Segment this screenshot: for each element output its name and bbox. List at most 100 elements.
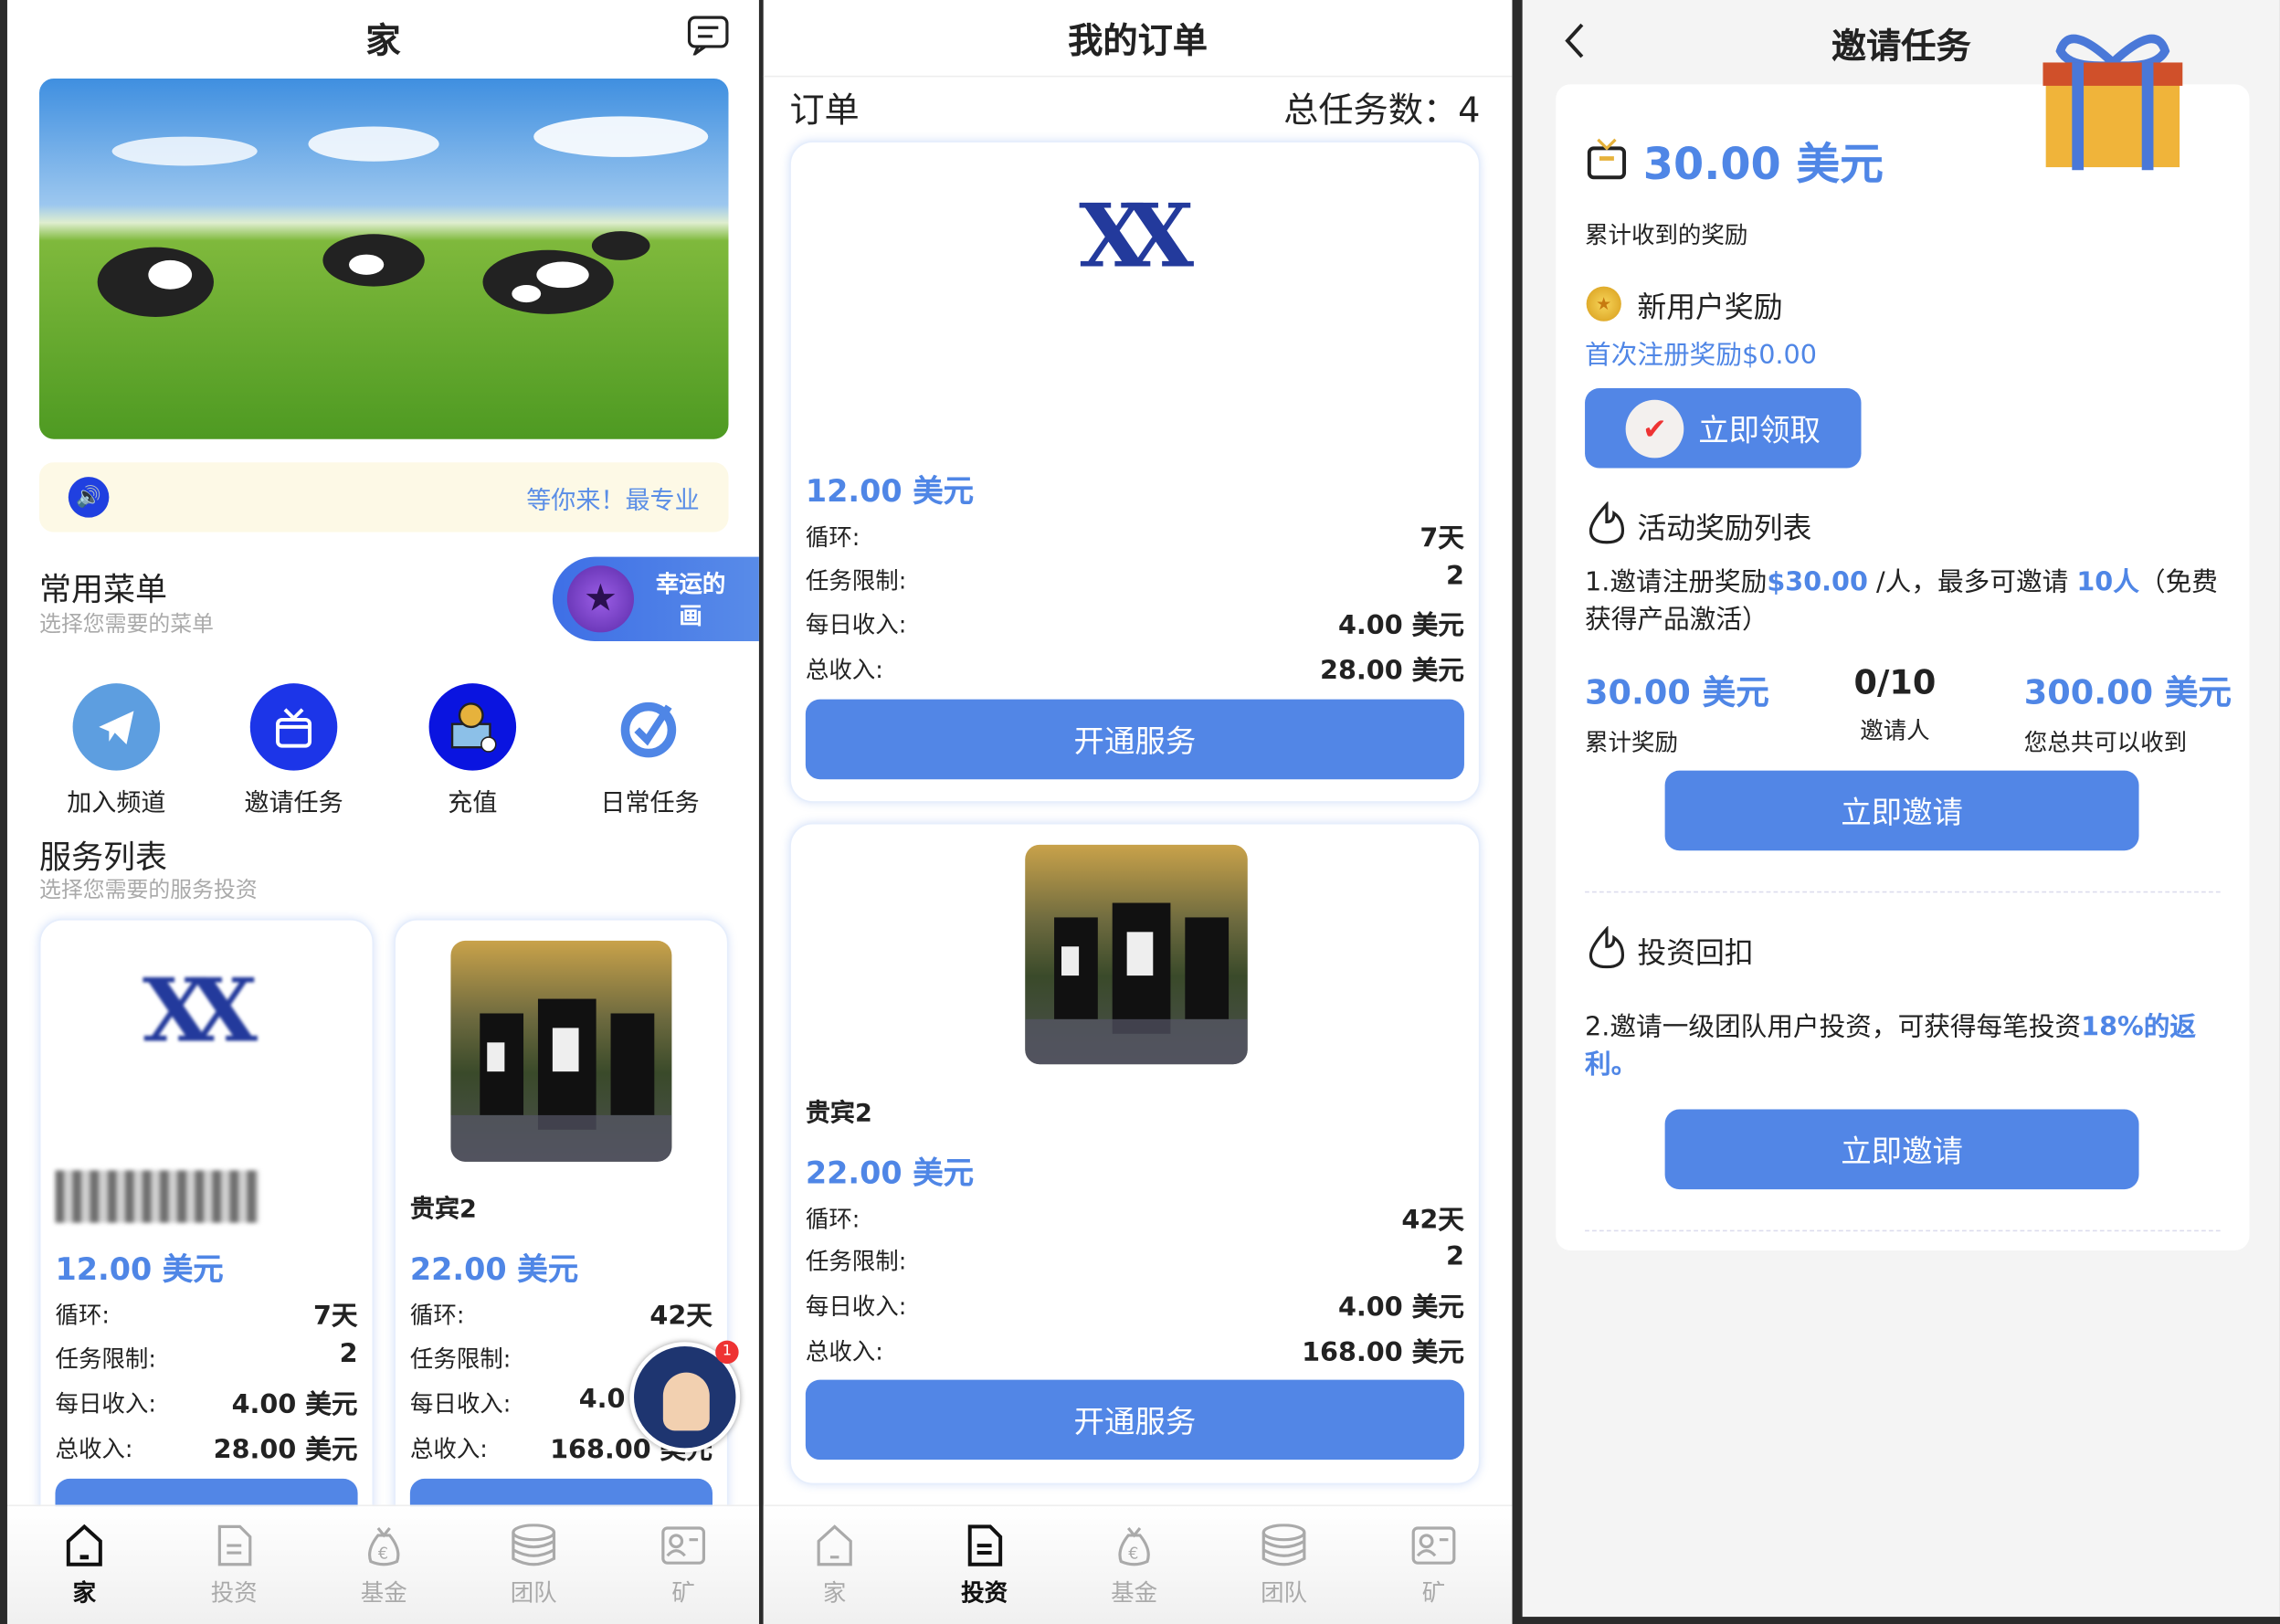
total-label: 总收入:: [55, 1435, 133, 1463]
menu-item-deposit[interactable]: 充值: [400, 683, 545, 818]
total-tasks: 总任务数：4: [1283, 90, 1481, 132]
total-label: 总收入:: [409, 1435, 488, 1463]
header-divider: [763, 75, 1513, 78]
activate-service-button[interactable]: 开通服务: [805, 699, 1464, 780]
total-value: 168.00 美元: [1302, 1337, 1464, 1368]
star-coin-icon: ★: [566, 565, 635, 633]
daily-label: 每日收入:: [805, 610, 907, 638]
customer-service-button[interactable]: 1: [629, 1340, 741, 1453]
nav-mine[interactable]: 矿: [1390, 1524, 1478, 1608]
menu-item-daily-task[interactable]: 日常任务: [577, 683, 723, 818]
svg-text:€: €: [1128, 1545, 1138, 1563]
claim-button[interactable]: ✔ 立即领取: [1585, 388, 1862, 469]
services-subtitle: 选择您需要的服务投资: [38, 876, 258, 903]
menu-item-label: 邀请任务: [244, 789, 343, 819]
screenshot-stage: 家 🔊 等你来！最专业 常用菜单 选择您需要的菜单 ★ 幸运的画 加入频道 邀请…: [0, 0, 2280, 1624]
product-name-redacted: [55, 1170, 259, 1223]
stat-value: 300.00 美元: [2023, 674, 2232, 712]
rule-text: /人，最多可邀请: [1867, 566, 2077, 598]
rule-text: 1.邀请注册奖励: [1585, 566, 1768, 598]
menu-item-invite-task[interactable]: 邀请任务: [221, 683, 366, 818]
coin-icon: ★: [1586, 286, 1621, 322]
svg-text:€: €: [378, 1545, 388, 1563]
nav-invest[interactable]: 投资: [191, 1524, 279, 1608]
order-price: 12.00 美元: [805, 473, 975, 510]
services-title: 服务列表: [38, 840, 168, 877]
notice-bar: 🔊 等你来！最专业: [38, 462, 729, 533]
limit-value: 2: [1445, 561, 1464, 592]
cycle-value: 42天: [649, 1301, 712, 1333]
product-price: 22.00 美元: [409, 1251, 579, 1287]
nav-label: 投资: [210, 1578, 258, 1607]
nav-mine[interactable]: 矿: [639, 1524, 727, 1608]
invite-now-button-2[interactable]: 立即邀请: [1664, 1109, 2139, 1190]
product-card[interactable]: 贵宾2 22.00 美元 循环: 42天 任务限制: 每日收入: 4.0 总收入: 1…: [394, 919, 729, 1559]
order-card: 贵宾2 22.00 美元 循环: 42天 任务限制: 2 每日收入: 4.00 美元 …: [789, 822, 1481, 1485]
document-icon: [967, 1524, 1003, 1566]
page-title: 家: [365, 20, 401, 61]
invite-card: 30.00 美元 累计收到的奖励 ★ 新用户奖励 首次注册奖励$0.00 ✔ 立…: [1556, 84, 2250, 1250]
document-icon: [217, 1524, 252, 1566]
cycle-value: 42天: [1401, 1205, 1464, 1237]
daily-value: 4.0: [578, 1384, 626, 1415]
nav-home[interactable]: 家: [791, 1524, 879, 1608]
page-title: 我的订单: [1068, 20, 1208, 61]
product-card[interactable]: XX 12.00 美元 循环: 7天 任务限制: 2 每日收入: 4.00 美元 总收…: [38, 919, 375, 1559]
product-price: 12.00 美元: [55, 1251, 224, 1287]
nav-team[interactable]: 团队: [1240, 1524, 1328, 1608]
nav-team[interactable]: 团队: [490, 1524, 577, 1608]
product-name: 贵宾2: [409, 1195, 477, 1225]
limit-label: 任务限制:: [55, 1345, 156, 1373]
stat-value: 30.00 美元: [1585, 674, 1769, 712]
new-user-title: 新用户奖励: [1637, 289, 1783, 324]
cycle-label: 循环:: [805, 523, 860, 552]
nav-label: 基金: [360, 1578, 407, 1607]
stat-value: 0/10: [1853, 664, 1937, 702]
nav-label: 团队: [1261, 1578, 1308, 1607]
invite-screen: 邀请任务 30.00 美元 累计收到的奖励 ★ 新用户奖励 首次注册奖励$0.0…: [1522, 0, 2280, 1618]
activate-service-button[interactable]: 开通服务: [805, 1379, 1464, 1461]
activity-title: 活动奖励列表: [1637, 510, 1812, 545]
nav-label: 矿: [1421, 1578, 1446, 1607]
calendar-icon: ✔: [1625, 398, 1684, 458]
order-card: XX 12.00 美元 循环: 7天 任务限制: 2 每日收入: 4.00 美元 总收…: [789, 141, 1481, 803]
money-bag-icon: €: [1118, 1526, 1150, 1566]
message-icon[interactable]: [686, 15, 730, 56]
coins-stack-icon: [1261, 1524, 1306, 1566]
cycle-value: 7天: [312, 1301, 358, 1333]
daily-value: 4.00 美元: [1337, 1292, 1464, 1323]
limit-label: 任务限制:: [805, 566, 907, 596]
check-badge-icon: [607, 683, 694, 771]
rule-count: 10人: [2076, 566, 2139, 598]
telegram-icon: [72, 683, 161, 771]
invite-rule-1: 1.邀请注册奖励$30.00 /人，最多可邀请 10人（免费获得产品激活）: [1585, 564, 2224, 640]
coins-stack-icon: [512, 1524, 556, 1566]
order-name: 贵宾2: [805, 1099, 872, 1129]
gift-illustration-icon: [2042, 34, 2183, 171]
lucky-draw-label: 幸运的画: [655, 569, 726, 630]
cycle-value: 7天: [1420, 523, 1464, 554]
divider: [1585, 1229, 2221, 1232]
new-user-desc: 首次注册奖励$0.00: [1585, 340, 1818, 371]
cycle-label: 循环:: [409, 1301, 465, 1329]
invite-now-button[interactable]: 立即邀请: [1664, 770, 2139, 851]
menu-item-join-channel[interactable]: 加入频道: [44, 683, 189, 818]
nav-home[interactable]: 家: [41, 1524, 129, 1608]
id-card-icon: [1411, 1526, 1456, 1565]
stat-invitees: 0/10 邀请人: [1854, 664, 1937, 745]
speaker-icon: 🔊: [68, 477, 110, 518]
banner-image: [38, 78, 729, 439]
nav-fund[interactable]: € 基金: [1091, 1524, 1178, 1608]
gift-icon: [249, 683, 338, 771]
orders-label: 订单: [789, 90, 860, 132]
home-icon: [66, 1524, 102, 1566]
bottom-nav: 家 投资 € 基金 团队 矿: [6, 1504, 759, 1624]
product-image: [1025, 844, 1248, 1065]
lucky-draw-button[interactable]: ★ 幸运的画: [552, 556, 759, 641]
home-icon: [817, 1524, 852, 1566]
bottom-nav: 家 投资 € 基金 团队 矿: [763, 1504, 1513, 1624]
nav-fund[interactable]: € 基金: [340, 1524, 428, 1608]
nav-invest[interactable]: 投资: [941, 1524, 1029, 1608]
daily-value: 4.00 美元: [1337, 610, 1464, 641]
menu-item-label: 充值: [448, 789, 498, 819]
